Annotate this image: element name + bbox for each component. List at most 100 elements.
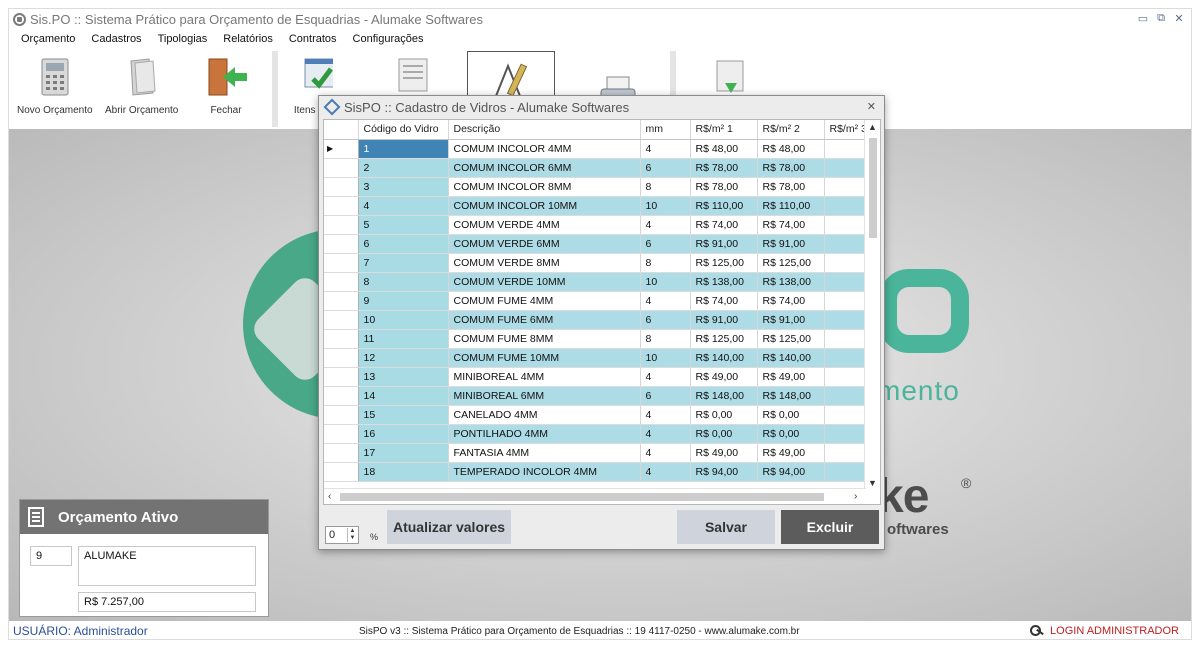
preco-2-cell[interactable]: R$ 125,00 — [757, 329, 825, 349]
descricao-cell[interactable]: COMUM FUME 8MM — [448, 329, 641, 349]
row-header[interactable] — [324, 310, 359, 330]
row-header[interactable] — [324, 386, 359, 406]
preco-3-cell[interactable] — [824, 272, 868, 292]
row-header[interactable] — [324, 405, 359, 425]
preco-3-cell[interactable] — [824, 348, 868, 368]
descricao-cell[interactable]: COMUM INCOLOR 6MM — [448, 158, 641, 178]
preco-2-cell[interactable]: R$ 91,00 — [757, 234, 825, 254]
codigo-cell[interactable]: 2 — [358, 158, 449, 178]
mm-cell[interactable]: 4 — [640, 291, 691, 311]
row-selector-arrow-icon[interactable]: ▶ — [324, 139, 359, 159]
document-icon[interactable] — [389, 55, 435, 95]
descricao-cell[interactable]: COMUM VERDE 8MM — [448, 253, 641, 273]
preco-1-cell[interactable]: R$ 48,00 — [690, 139, 758, 159]
scroll-up-icon[interactable]: ▲ — [868, 122, 877, 132]
codigo-cell[interactable]: 10 — [358, 310, 449, 330]
table-row[interactable]: 10 COMUM FUME 6MM 6 R$ 91,00 R$ 91,00 — [324, 310, 868, 330]
descricao-cell[interactable]: TEMPERADO INCOLOR 4MM — [448, 462, 641, 482]
row-header[interactable] — [324, 215, 359, 235]
preco-2-cell[interactable]: R$ 140,00 — [757, 348, 825, 368]
preco-3-cell[interactable] — [824, 291, 868, 311]
preco-3-cell[interactable] — [824, 310, 868, 330]
codigo-cell[interactable]: 14 — [358, 386, 449, 406]
codigo-cell[interactable]: 12 — [358, 348, 449, 368]
preco-2-cell[interactable]: R$ 125,00 — [757, 253, 825, 273]
mm-cell[interactable]: 4 — [640, 462, 691, 482]
codigo-cell[interactable]: 11 — [358, 329, 449, 349]
column-header-preco-1[interactable]: R$/m² 1 — [690, 120, 758, 140]
preco-1-cell[interactable]: R$ 125,00 — [690, 329, 758, 349]
mm-cell[interactable]: 6 — [640, 386, 691, 406]
mm-cell[interactable]: 4 — [640, 139, 691, 159]
menu-cadastros[interactable]: Cadastros — [91, 33, 141, 45]
column-header-codigo[interactable]: Código do Vidro — [358, 120, 449, 140]
preco-2-cell[interactable]: R$ 48,00 — [757, 139, 825, 159]
preco-3-cell[interactable] — [824, 424, 868, 444]
table-row[interactable]: 8 COMUM VERDE 10MM 10 R$ 138,00 R$ 138,00 — [324, 272, 868, 292]
preco-2-cell[interactable]: R$ 138,00 — [757, 272, 825, 292]
minimize-icon[interactable]: ▭ — [1137, 12, 1149, 25]
preco-2-cell[interactable]: R$ 74,00 — [757, 215, 825, 235]
table-row[interactable]: 7 COMUM VERDE 8MM 8 R$ 125,00 R$ 125,00 — [324, 253, 868, 273]
preco-2-cell[interactable]: R$ 0,00 — [757, 405, 825, 425]
preco-3-cell[interactable] — [824, 405, 868, 425]
table-row[interactable]: 16 PONTILHADO 4MM 4 R$ 0,00 R$ 0,00 — [324, 424, 868, 444]
preco-1-cell[interactable]: R$ 74,00 — [690, 291, 758, 311]
table-row[interactable]: 9 COMUM FUME 4MM 4 R$ 74,00 R$ 74,00 — [324, 291, 868, 311]
descricao-cell[interactable]: COMUM INCOLOR 8MM — [448, 177, 641, 197]
preco-3-cell[interactable] — [824, 196, 868, 216]
row-header[interactable] — [324, 424, 359, 444]
mm-cell[interactable]: 4 — [640, 443, 691, 463]
menu-contratos[interactable]: Contratos — [289, 33, 337, 45]
mm-cell[interactable]: 10 — [640, 348, 691, 368]
preco-1-cell[interactable]: R$ 0,00 — [690, 424, 758, 444]
table-row[interactable]: 14 MINIBOREAL 6MM 6 R$ 148,00 R$ 148,00 — [324, 386, 868, 406]
codigo-cell[interactable]: 13 — [358, 367, 449, 387]
stepper-arrows-icon[interactable]: ▲ ▼ — [347, 528, 357, 542]
row-header[interactable] — [324, 272, 359, 292]
preco-1-cell[interactable]: R$ 74,00 — [690, 215, 758, 235]
preco-3-cell[interactable] — [824, 215, 868, 235]
descricao-cell[interactable]: FANTASIA 4MM — [448, 443, 641, 463]
preco-3-cell[interactable] — [824, 139, 868, 159]
horizontal-scrollbar[interactable]: ‹ › — [324, 488, 866, 504]
fechar-button[interactable]: Fechar — [203, 53, 249, 116]
vertical-scrollbar[interactable]: ▲ ▼ — [864, 120, 880, 490]
mm-cell[interactable]: 6 — [640, 310, 691, 330]
menu-orcamento[interactable]: Orçamento — [21, 33, 75, 45]
codigo-cell[interactable]: 7 — [358, 253, 449, 273]
preco-1-cell[interactable]: R$ 78,00 — [690, 158, 758, 178]
codigo-cell[interactable]: 1 — [358, 139, 449, 159]
menu-tipologias[interactable]: Tipologias — [158, 33, 208, 45]
mm-cell[interactable]: 8 — [640, 329, 691, 349]
row-header[interactable] — [324, 462, 359, 482]
row-header[interactable] — [324, 348, 359, 368]
descricao-cell[interactable]: COMUM INCOLOR 10MM — [448, 196, 641, 216]
row-header[interactable] — [324, 329, 359, 349]
table-row[interactable]: 13 MINIBOREAL 4MM 4 R$ 49,00 R$ 49,00 — [324, 367, 868, 387]
dialog-close-icon[interactable]: ✕ — [867, 100, 876, 113]
row-header[interactable] — [324, 367, 359, 387]
preco-2-cell[interactable]: R$ 74,00 — [757, 291, 825, 311]
preco-1-cell[interactable]: R$ 91,00 — [690, 234, 758, 254]
table-row[interactable]: 4 COMUM INCOLOR 10MM 10 R$ 110,00 R$ 110,00 — [324, 196, 868, 216]
horizontal-scroll-thumb[interactable] — [340, 493, 824, 501]
column-header-preco-3[interactable]: R$/m² 3 — [824, 120, 868, 140]
table-row[interactable]: 6 COMUM VERDE 6MM 6 R$ 91,00 R$ 91,00 — [324, 234, 868, 254]
row-header[interactable] — [324, 253, 359, 273]
scroll-left-icon[interactable]: ‹ — [328, 491, 331, 502]
scroll-down-icon[interactable]: ▼ — [868, 478, 877, 488]
codigo-cell[interactable]: 8 — [358, 272, 449, 292]
table-row[interactable]: ▶ 1 COMUM INCOLOR 4MM 4 R$ 48,00 R$ 48,00 — [324, 139, 868, 159]
preco-2-cell[interactable]: R$ 110,00 — [757, 196, 825, 216]
column-header-descricao[interactable]: Descrição — [448, 120, 641, 140]
vertical-scroll-thumb[interactable] — [869, 138, 877, 238]
preco-2-cell[interactable]: R$ 78,00 — [757, 177, 825, 197]
row-header[interactable] — [324, 291, 359, 311]
mm-cell[interactable]: 4 — [640, 424, 691, 444]
percent-value[interactable]: 0 — [329, 529, 335, 541]
mm-cell[interactable]: 10 — [640, 272, 691, 292]
codigo-cell[interactable]: 18 — [358, 462, 449, 482]
codigo-cell[interactable]: 3 — [358, 177, 449, 197]
descricao-cell[interactable]: MINIBOREAL 6MM — [448, 386, 641, 406]
